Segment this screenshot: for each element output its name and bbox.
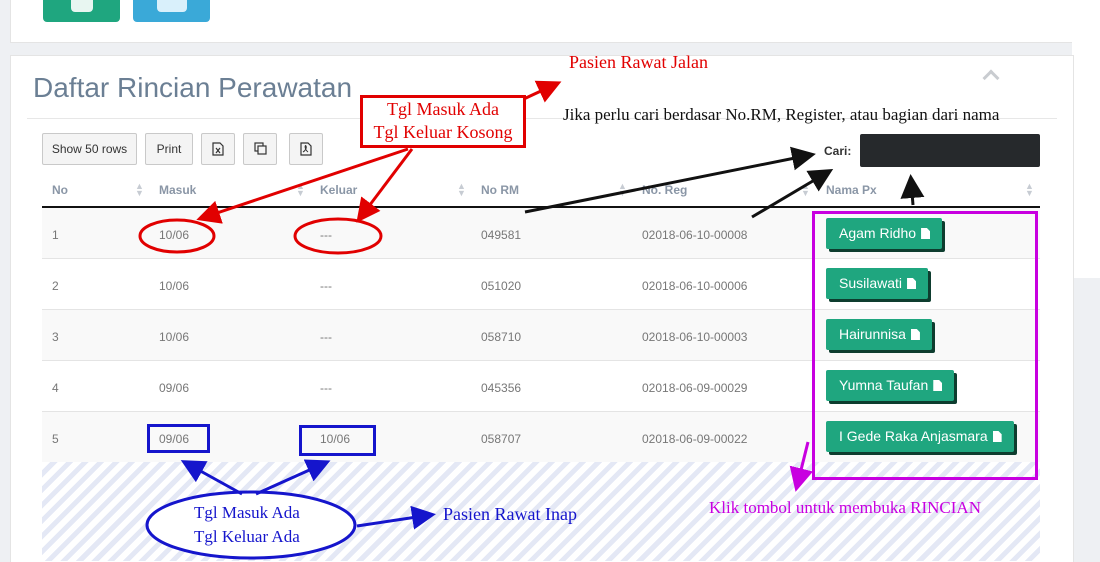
blue-box-masuk: [147, 424, 210, 453]
red-ellipse-keluar: [293, 217, 383, 255]
annotation-rawat-jalan: Pasien Rawat Jalan: [569, 52, 708, 72]
blue-box-keluar: [299, 425, 376, 456]
red-arrow: [356, 148, 414, 223]
purple-callout-box: [812, 211, 1038, 480]
red-arrow: [196, 147, 409, 224]
red-ellipse-masuk: [138, 218, 216, 254]
black-arrow: [900, 174, 925, 206]
purple-arrow: [789, 441, 814, 492]
blue-arrow: [255, 459, 331, 496]
blue-arrow: [180, 460, 243, 496]
red-callout-line1: Tgl Masuk Ada: [387, 99, 499, 119]
annotation-rawat-inap: Pasien Rawat Inap: [443, 504, 577, 524]
blue-arrow: [356, 505, 436, 530]
blue-ellipse-line1: Tgl Masuk Ada: [194, 503, 300, 522]
annotation-klik: Klik tombol untuk membuka RINCIAN: [709, 498, 981, 517]
blue-ellipse-line2: Tgl Keluar Ada: [194, 527, 300, 546]
annotation-search-hint: Jika perlu cari berdasar No.RM, Register…: [563, 105, 1000, 124]
blue-ellipse: [145, 490, 357, 560]
red-callout-line2: Tgl Keluar Kosong: [373, 122, 513, 142]
red-callout-box: Tgl Masuk Ada Tgl Keluar Kosong: [360, 95, 526, 148]
black-arrow: [524, 146, 816, 214]
